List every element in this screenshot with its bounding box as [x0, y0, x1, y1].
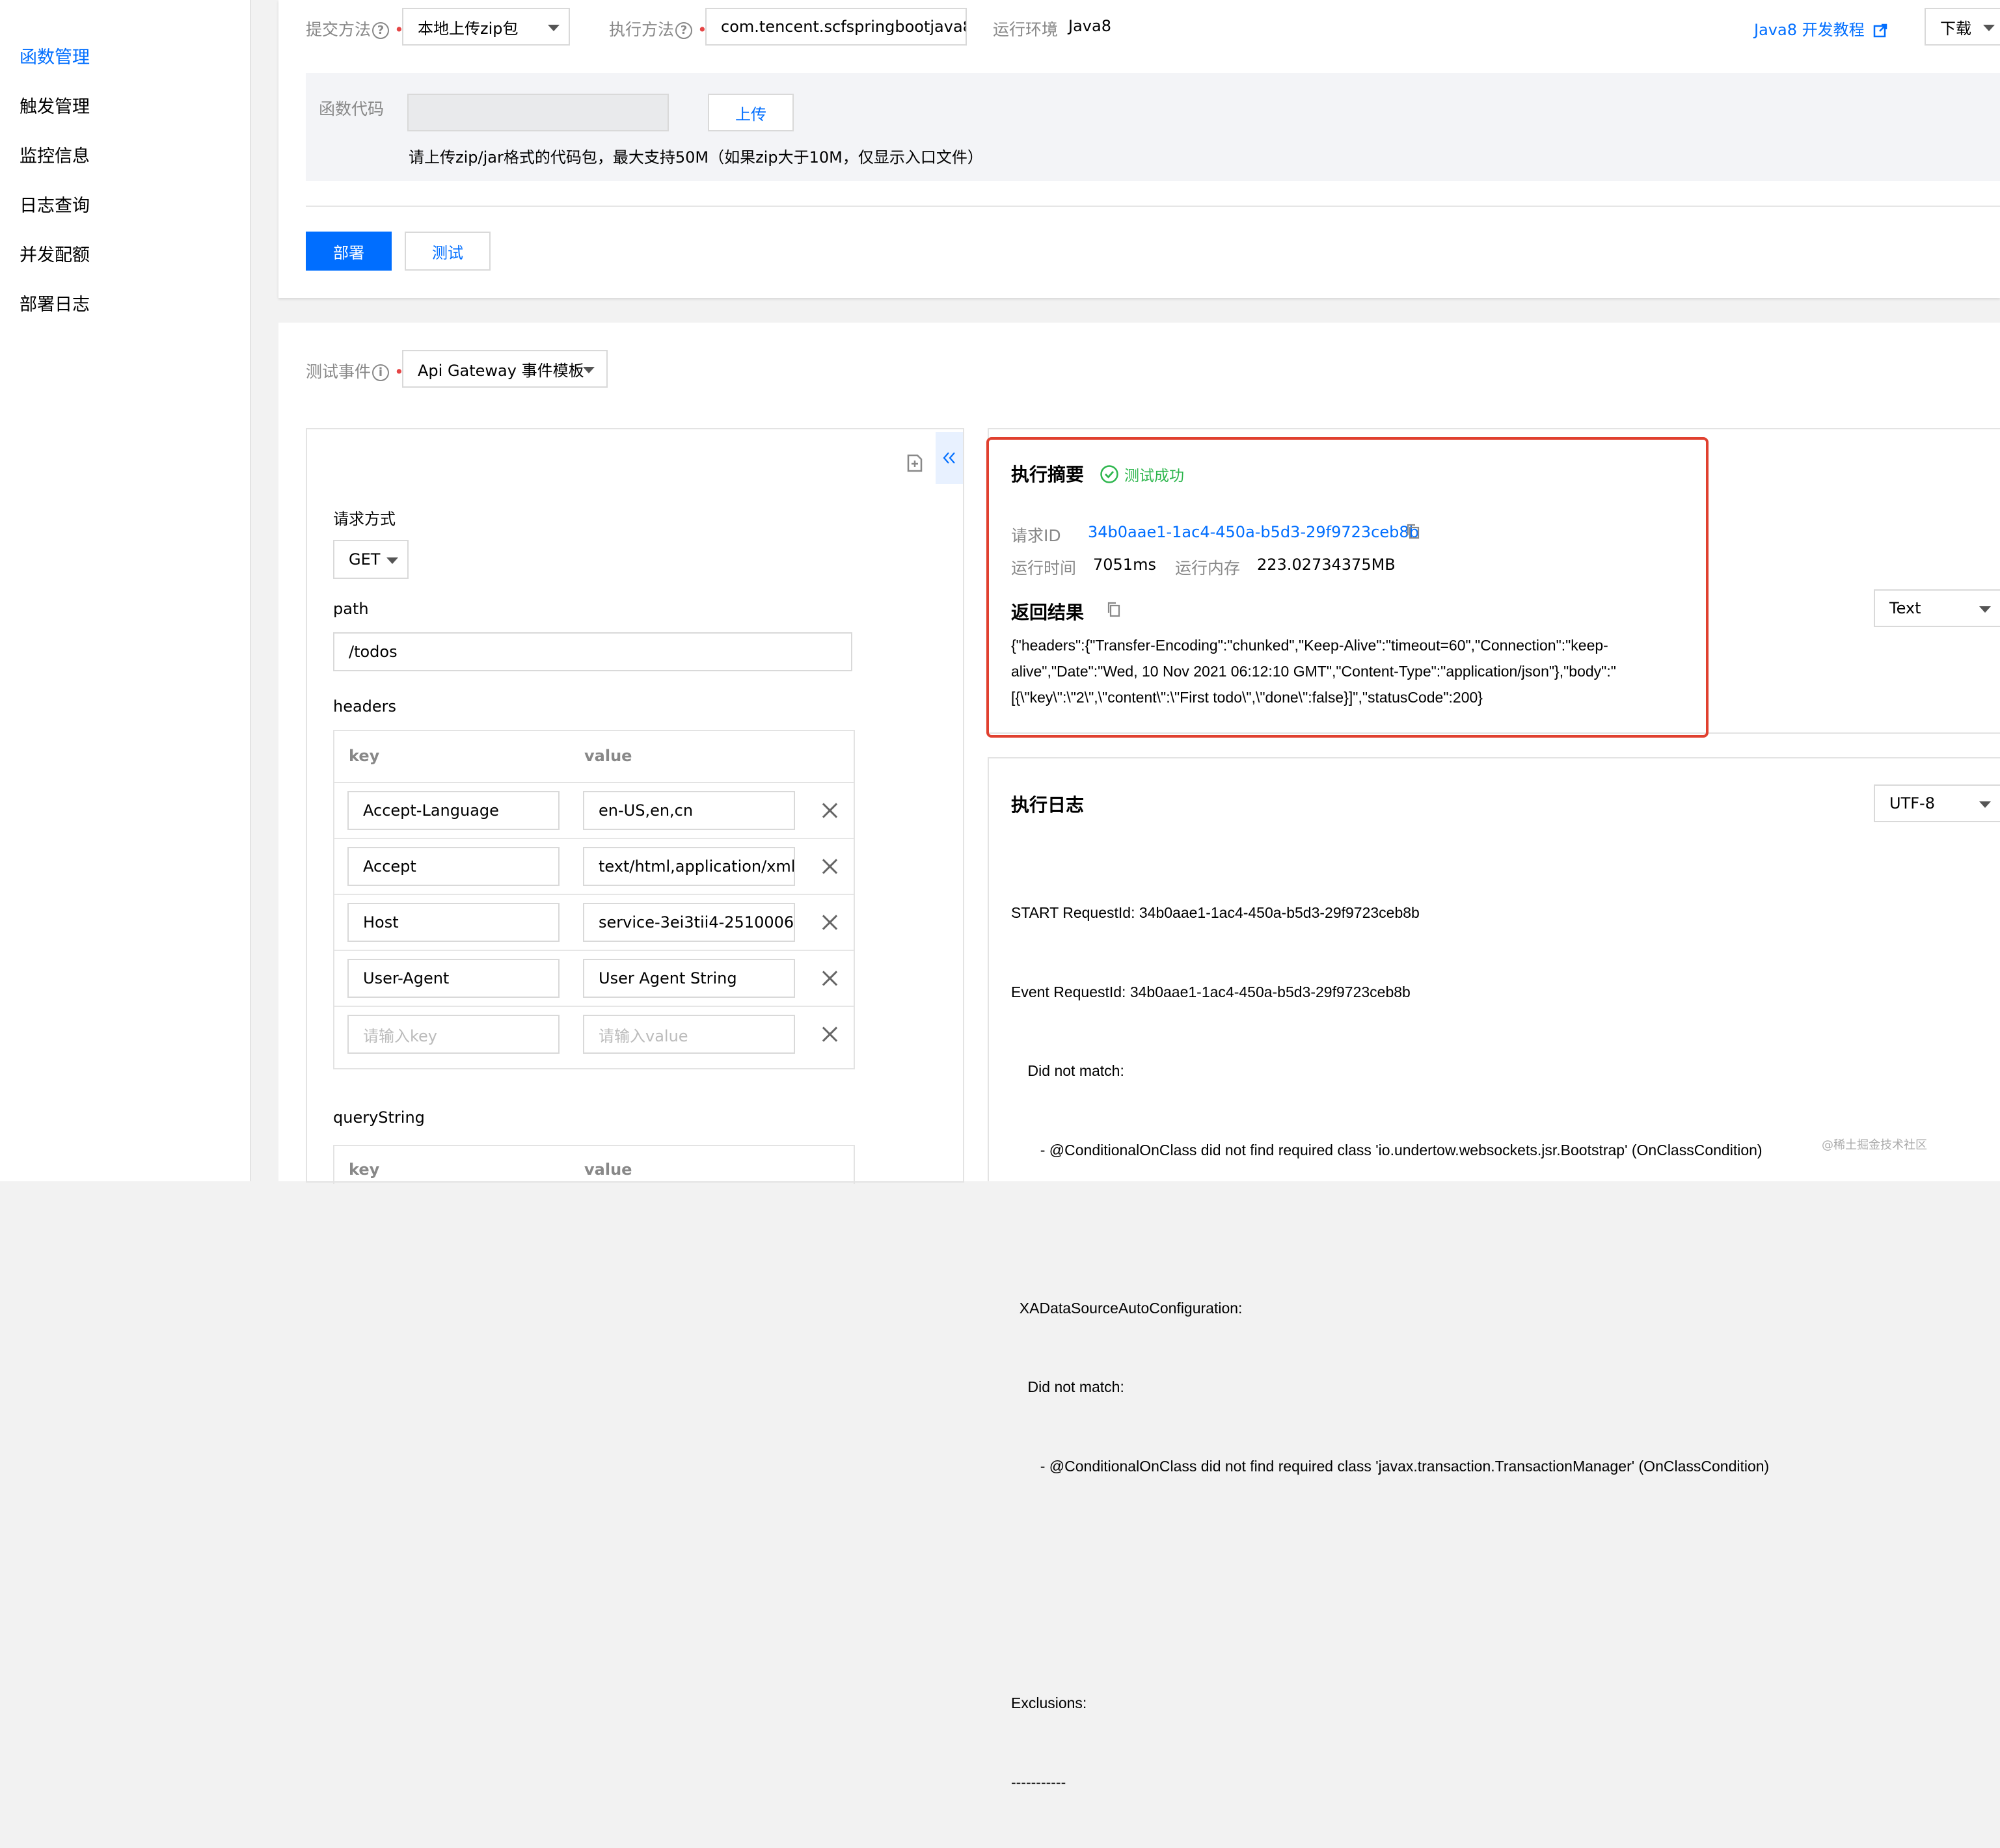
path-input[interactable]: /todos	[333, 632, 852, 671]
upload-button[interactable]: 上传	[708, 94, 794, 131]
java8-tutorial-link[interactable]: Java8 开发教程	[1754, 17, 1887, 40]
sidebar-item-function-management[interactable]: 函数管理	[20, 43, 90, 68]
test-panel: 测试事件 i • Api Gateway 事件模板 请求方式 GET path /…	[278, 323, 2000, 1791]
request-method-select[interactable]: GET	[333, 540, 409, 579]
new-value-input[interactable]: 请输入value	[583, 1015, 795, 1054]
submit-method-label: 提交方法? •	[306, 20, 404, 39]
collapse-toggle[interactable]	[936, 432, 963, 484]
watermark: @稀土掘金技术社区	[1822, 1138, 1927, 1152]
runtime-label: 运行环境	[993, 20, 1059, 39]
chevron-down-icon	[386, 557, 398, 564]
header-key-input[interactable]: Accept	[347, 847, 560, 886]
header-value-input[interactable]: text/html,application/xml,a	[583, 847, 795, 886]
table-row: 请输入key 请输入value	[334, 1007, 854, 1063]
close-icon[interactable]	[820, 857, 839, 876]
table-row: User-Agent User Agent String	[334, 951, 854, 1007]
help-icon[interactable]: ?	[372, 22, 390, 39]
execution-log-panel: 执行日志 UTF-8 START RequestId: 34b0aae1-1ac…	[988, 757, 2000, 1791]
exec-method-label: 执行方法? •	[609, 20, 707, 39]
code-upload-area: 函数代码 上传 请上传zip/jar格式的代码包，最大支持50M（如果zip大于…	[306, 73, 2000, 181]
log-title: 执行日志	[1011, 794, 1085, 816]
submit-method-value: 本地上传zip包	[418, 19, 519, 38]
headers-label: headers	[333, 697, 397, 716]
encoding-select[interactable]: UTF-8	[1874, 784, 2000, 822]
request-method-label: 请求方式	[333, 510, 396, 528]
sidebar-item-trigger-management[interactable]: 触发管理	[20, 92, 90, 118]
close-icon[interactable]	[820, 913, 839, 932]
external-link-icon	[1873, 23, 1887, 38]
table-row: Accept text/html,application/xml,a	[334, 839, 854, 895]
exec-method-input[interactable]: com.tencent.scfspringbootjava8.S	[705, 8, 967, 46]
test-event-select[interactable]: Api Gateway 事件模板	[402, 350, 608, 388]
runtime-value: Java8	[1068, 17, 1111, 35]
save-template-icon[interactable]	[906, 454, 924, 472]
deploy-button[interactable]: 部署	[306, 232, 392, 271]
sidebar: 函数管理 触发管理 监控信息 日志查询 并发配额 部署日志	[0, 0, 251, 1181]
chevron-down-icon	[1979, 801, 1991, 808]
chevron-down-icon	[1979, 606, 1991, 613]
querystring-label: queryString	[333, 1108, 425, 1127]
file-path-input[interactable]	[407, 94, 669, 131]
sidebar-item-monitoring[interactable]: 监控信息	[20, 142, 90, 167]
close-icon[interactable]	[820, 801, 839, 820]
divider	[306, 206, 2000, 207]
sidebar-item-log-query[interactable]: 日志查询	[20, 191, 90, 217]
info-icon[interactable]: i	[372, 364, 390, 381]
new-key-input[interactable]: 请输入key	[347, 1015, 560, 1054]
table-row: Host service-3ei3tii4-25100069	[334, 895, 854, 951]
sidebar-item-deploy-log[interactable]: 部署日志	[20, 290, 90, 315]
function-code-label: 函数代码	[319, 100, 385, 118]
chevron-down-icon	[548, 25, 560, 31]
code-config-panel: 提交方法? • 本地上传zip包 执行方法? • com.tencent.scf…	[278, 0, 2000, 298]
querystring-table: key value	[333, 1145, 855, 1184]
chevron-down-icon	[1983, 25, 1995, 31]
submit-method-select[interactable]: 本地上传zip包	[402, 8, 570, 46]
test-event-editor: 请求方式 GET path /todos headers key value A…	[306, 428, 964, 1184]
close-icon[interactable]	[820, 969, 839, 988]
result-format-select[interactable]: Text	[1874, 589, 2000, 627]
key-column-header: key	[349, 1160, 380, 1179]
download-button[interactable]: 下载	[1925, 8, 2000, 46]
help-icon[interactable]: ?	[675, 22, 693, 39]
headers-table: key value Accept-Language en-US,en,cn Ac…	[333, 730, 855, 1069]
value-column-header: value	[584, 1160, 632, 1179]
sidebar-item-concurrency-quota[interactable]: 并发配额	[20, 241, 90, 266]
header-key-input[interactable]: Host	[347, 903, 560, 942]
table-row: Accept-Language en-US,en,cn	[334, 783, 854, 839]
header-value-input[interactable]: User Agent String	[583, 959, 795, 998]
log-output: START RequestId: 34b0aae1-1ac4-450a-b5d3…	[1011, 904, 1770, 1791]
upload-hint: 请上传zip/jar格式的代码包，最大支持50M（如果zip大于10M，仅显示入…	[409, 148, 983, 167]
highlight-frame	[986, 437, 1709, 738]
close-icon[interactable]	[820, 1024, 839, 1044]
header-value-input[interactable]: service-3ei3tii4-25100069	[583, 903, 795, 942]
header-key-input[interactable]: User-Agent	[347, 959, 560, 998]
value-column-header: value	[584, 747, 632, 765]
key-column-header: key	[349, 747, 380, 765]
double-chevron-left-icon	[943, 452, 955, 464]
header-value-input[interactable]: en-US,en,cn	[583, 791, 795, 830]
chevron-down-icon	[583, 367, 595, 373]
test-button[interactable]: 测试	[405, 232, 491, 271]
path-label: path	[333, 600, 369, 618]
test-event-label: 测试事件 i •	[306, 362, 404, 381]
header-key-input[interactable]: Accept-Language	[347, 791, 560, 830]
